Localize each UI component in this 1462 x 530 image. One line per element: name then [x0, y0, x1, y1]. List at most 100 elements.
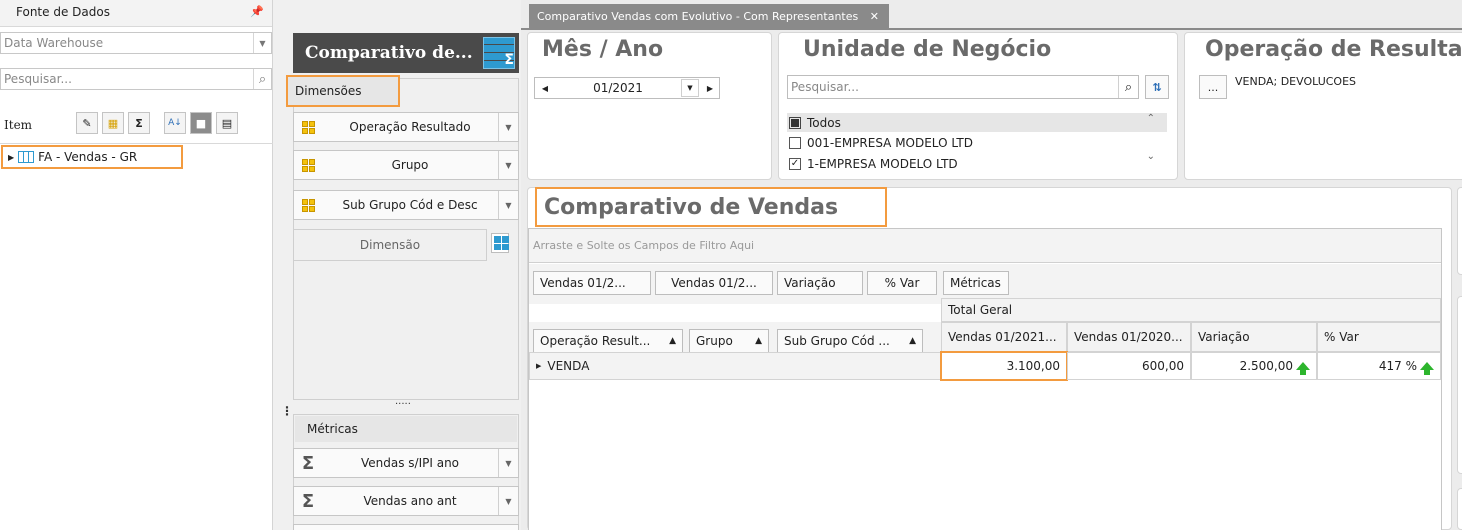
sort-asc-icon[interactable]: ▲: [669, 336, 676, 346]
column-header-var-pct[interactable]: % Var: [1317, 322, 1441, 352]
cell-var-pct[interactable]: 417 %: [1317, 352, 1441, 380]
sigma-icon: Σ: [301, 490, 315, 512]
unit-option-todos[interactable]: Todos: [787, 113, 1167, 132]
chevron-down-icon[interactable]: ▼: [681, 79, 699, 97]
search-icon[interactable]: ⌕: [253, 69, 271, 89]
chevron-down-icon[interactable]: ▼: [498, 191, 518, 219]
cell-vendas-2020[interactable]: 600,00: [1067, 352, 1191, 380]
data-source-title: Fonte de Dados: [16, 5, 110, 19]
data-field-vendas-2021[interactable]: Vendas 01/2...: [533, 271, 651, 295]
chevron-down-icon[interactable]: ▼: [498, 113, 518, 141]
cell-vendas-2021[interactable]: 3.100,00: [940, 351, 1068, 381]
cell-value: 2.500,00: [1239, 359, 1293, 373]
dashboard-title: Comparativo de...: [305, 43, 473, 63]
side-card-middle: [1457, 296, 1462, 474]
user-icon[interactable]: ■: [190, 112, 212, 134]
metric-label: Vendas s/IPI ano: [360, 456, 460, 470]
operation-select-button[interactable]: ...: [1199, 75, 1227, 99]
dimension-operacao-resultado[interactable]: Operação Resultado ▼: [293, 112, 519, 142]
unit-search-input[interactable]: Pesquisar...: [788, 80, 1118, 94]
metrics-field-button[interactable]: Métricas: [943, 271, 1009, 295]
cell-variacao[interactable]: 2.500,00: [1191, 352, 1317, 380]
cell-value: 417 %: [1378, 359, 1417, 373]
horizontal-splitter-handle[interactable]: .....: [395, 396, 411, 407]
item-label: Item: [4, 118, 33, 132]
sigma-icon: Σ: [301, 452, 315, 474]
chevron-down-icon[interactable]: ▼: [253, 33, 271, 53]
sort-asc-icon[interactable]: ▲: [909, 336, 916, 346]
field-search-box[interactable]: Pesquisar... ⌕: [0, 68, 272, 90]
next-arrow-icon[interactable]: ▶: [701, 84, 719, 93]
dimension-grupo[interactable]: Grupo ▼: [293, 150, 519, 180]
unit-option-001[interactable]: 001-EMPRESA MODELO LTD: [787, 132, 1167, 153]
dimension-drop-slot[interactable]: Dimensão: [293, 229, 487, 261]
dashboard-title-bar: Comparativo de... Σ: [293, 33, 519, 73]
dimension-icon: [294, 158, 322, 172]
month-filter-title: Mês / Ano: [542, 37, 664, 62]
partial-checkbox-icon[interactable]: [789, 116, 801, 129]
search-icon[interactable]: ⌕: [1118, 76, 1138, 98]
fields-panel: Comparativo de... Σ Dimensões Operação R…: [273, 0, 521, 530]
scroll-up-icon[interactable]: ⌃: [1147, 113, 1155, 124]
unit-option-label: Todos: [807, 115, 841, 130]
row-label: VENDA: [547, 359, 590, 373]
add-dimension-icon[interactable]: ▦: [102, 112, 124, 134]
unit-filter-title: Unidade de Negócio: [803, 37, 1052, 62]
add-metric-icon[interactable]: Σ: [128, 112, 150, 134]
data-field-variacao[interactable]: Variação: [777, 271, 863, 295]
metric-vendas-ano-ant[interactable]: Σ Vendas ano ant ▼: [293, 486, 519, 516]
data-field-var-pct[interactable]: % Var: [867, 271, 937, 295]
data-source-value: Data Warehouse: [4, 36, 104, 50]
field-toolbar: ✎ ▦ Σ A↓ ■ ▤: [76, 112, 238, 134]
column-header-vendas-2020[interactable]: Vendas 01/2020...: [1067, 322, 1191, 352]
edit-icon[interactable]: ✎: [76, 112, 98, 134]
metric-partial-button[interactable]: [293, 524, 519, 530]
checked-checkbox-icon[interactable]: ✓: [789, 157, 801, 170]
data-source-select[interactable]: Data Warehouse ▼: [0, 32, 272, 54]
unit-search-box[interactable]: Pesquisar... ⌕: [787, 75, 1139, 99]
expand-arrow-icon[interactable]: ▶: [8, 153, 14, 162]
data-field-vendas-2020[interactable]: Vendas 01/2...: [655, 271, 773, 295]
sort-toggle-icon[interactable]: ⇅: [1145, 75, 1169, 99]
table-row-venda-label[interactable]: ▶ VENDA: [529, 352, 941, 380]
row-field-sub-grupo[interactable]: Sub Grupo Cód ... ▲: [777, 329, 923, 353]
filter-drop-area[interactable]: Arraste e Solte os Campos de Filtro Aqui: [529, 229, 1441, 263]
chevron-down-icon[interactable]: ▼: [498, 487, 518, 515]
month-picker[interactable]: ◀ 01/2021 ▼ ▶: [534, 77, 720, 99]
chevron-down-icon[interactable]: ▼: [498, 449, 518, 477]
row-field-grupo[interactable]: Grupo ▲: [689, 329, 769, 353]
dimension-icon: [294, 120, 322, 134]
sort-asc-icon[interactable]: ▲: [755, 336, 762, 346]
tree-item-fa-vendas[interactable]: ▶ FA - Vendas - GR: [1, 145, 183, 169]
chevron-down-icon[interactable]: ▼: [498, 151, 518, 179]
checkbox-icon[interactable]: [789, 136, 801, 149]
vertical-splitter-handle[interactable]: ⋮: [281, 404, 293, 418]
metrics-section-label: Métricas: [295, 416, 517, 442]
field-search-input[interactable]: Pesquisar...: [1, 72, 253, 86]
dimension-sub-grupo[interactable]: Sub Grupo Cód e Desc ▼: [293, 190, 519, 220]
operation-filter-card: Operação de Resulta ... VENDA; DEVOLUCOE…: [1184, 32, 1462, 180]
month-value: 01/2021: [593, 81, 643, 95]
close-icon[interactable]: ✕: [870, 10, 879, 23]
dimension-label: Operação Resultado: [349, 120, 471, 134]
unit-option-1[interactable]: ✓ 1-EMPRESA MODELO LTD: [787, 153, 1167, 174]
scroll-down-icon[interactable]: ⌄: [1147, 151, 1155, 162]
add-dimension-grid-icon[interactable]: [491, 233, 509, 253]
prev-arrow-icon[interactable]: ◀: [535, 84, 555, 93]
properties-icon[interactable]: ▤: [216, 112, 238, 134]
data-source-header: Fonte de Dados 📌: [0, 0, 272, 27]
tab-comparativo-vendas[interactable]: Comparativo Vendas com Evolutivo - Com R…: [529, 4, 889, 29]
divider: [0, 143, 273, 144]
pin-icon[interactable]: 📌: [250, 5, 264, 26]
row-field-operacao[interactable]: Operação Result... ▲: [533, 329, 683, 353]
metric-vendas-ipi-ano[interactable]: Σ Vendas s/IPI ano ▼: [293, 448, 519, 478]
column-header-variacao[interactable]: Variação: [1191, 322, 1317, 352]
tab-label: Comparativo Vendas com Evolutivo - Com R…: [537, 10, 859, 23]
expand-arrow-icon[interactable]: ▶: [536, 362, 541, 370]
month-filter-card: Mês / Ano ◀ 01/2021 ▼ ▶: [527, 32, 772, 180]
row-field-label: Operação Result...: [540, 334, 651, 348]
sort-az-icon[interactable]: A↓: [164, 112, 186, 134]
pivot-title: Comparativo de Vendas: [544, 194, 839, 220]
column-header-vendas-2021[interactable]: Vendas 01/2021...: [941, 322, 1067, 352]
dashboard-canvas: Comparativo Vendas com Evolutivo - Com R…: [521, 0, 1462, 530]
